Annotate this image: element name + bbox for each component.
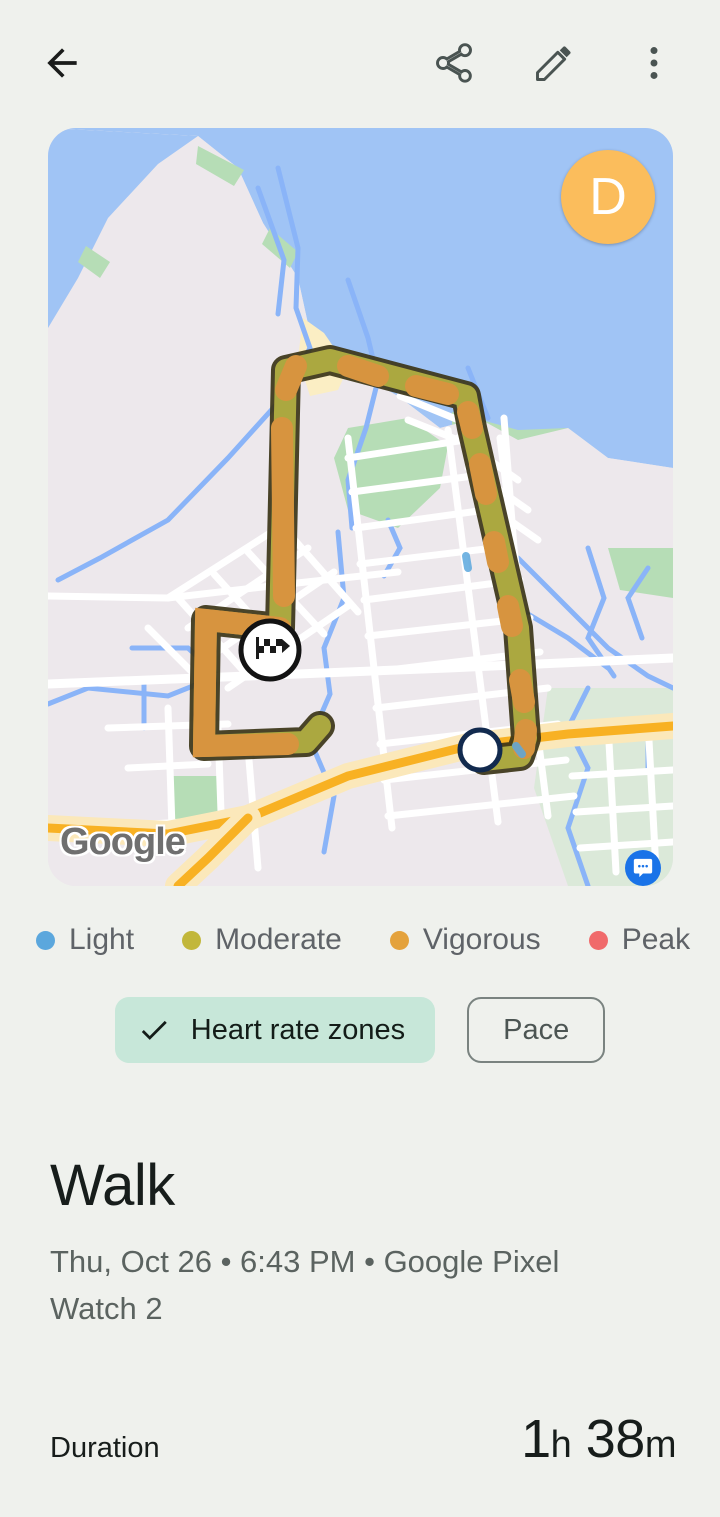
share-button[interactable] xyxy=(426,35,482,91)
edit-button[interactable] xyxy=(526,35,582,91)
stat-row-duration: Duration 1h 38m xyxy=(50,1408,676,1474)
legend-label-vigorous: Vigorous xyxy=(423,923,541,957)
finish-flag-marker xyxy=(241,621,299,679)
arrow-back-icon xyxy=(40,41,84,85)
avatar[interactable]: D xyxy=(561,150,655,244)
route-map[interactable]: D Google xyxy=(48,128,673,886)
duration-hours-number: 1 xyxy=(521,1409,551,1469)
more-vert-icon xyxy=(632,41,676,85)
duration-minutes-unit: m xyxy=(645,1424,676,1466)
map-canvas xyxy=(48,128,673,886)
legend-label-peak: Peak xyxy=(622,923,690,957)
legend-label-light: Light xyxy=(69,923,134,957)
legend-item-moderate: Moderate xyxy=(182,923,342,957)
heart-rate-zone-legend: Light Moderate Vigorous Peak xyxy=(0,916,720,964)
activity-detail-screen: D Google Light Moderate Vigorous xyxy=(0,0,720,1517)
legend-item-vigorous: Vigorous xyxy=(390,923,541,957)
chip-heart-rate-zones-label: Heart rate zones xyxy=(191,1014,405,1047)
legend-item-peak: Peak xyxy=(589,923,690,957)
legend-label-moderate: Moderate xyxy=(215,923,342,957)
duration-value: 1h 38m xyxy=(521,1408,676,1470)
legend-item-light: Light xyxy=(36,923,134,957)
chat-bubble-icon[interactable] xyxy=(625,850,661,886)
legend-dot-light xyxy=(36,931,55,950)
share-icon xyxy=(432,41,476,85)
map-overlay-chip-group: Heart rate zones Pace xyxy=(0,997,720,1063)
duration-minutes-number: 38 xyxy=(571,1409,645,1469)
legend-dot-vigorous xyxy=(390,931,409,950)
check-icon xyxy=(137,1013,171,1047)
avatar-initial: D xyxy=(589,171,627,223)
legend-dot-moderate xyxy=(182,931,201,950)
activity-title: Walk xyxy=(50,1152,175,1219)
chip-heart-rate-zones[interactable]: Heart rate zones xyxy=(115,997,435,1063)
top-app-bar xyxy=(0,0,720,126)
chip-pace[interactable]: Pace xyxy=(467,997,605,1063)
legend-dot-peak xyxy=(589,931,608,950)
chip-pace-label: Pace xyxy=(503,1014,569,1047)
duration-hours-unit: h xyxy=(551,1424,572,1466)
pencil-icon xyxy=(532,41,576,85)
back-button[interactable] xyxy=(34,35,90,91)
overflow-menu-button[interactable] xyxy=(626,35,682,91)
duration-label: Duration xyxy=(50,1432,160,1465)
activity-subtitle: Thu, Oct 26 • 6:43 PM • Google Pixel Wat… xyxy=(50,1238,650,1332)
chat-bubble-glyph xyxy=(632,857,654,879)
start-point-marker xyxy=(460,730,500,770)
google-watermark: Google xyxy=(60,821,185,864)
